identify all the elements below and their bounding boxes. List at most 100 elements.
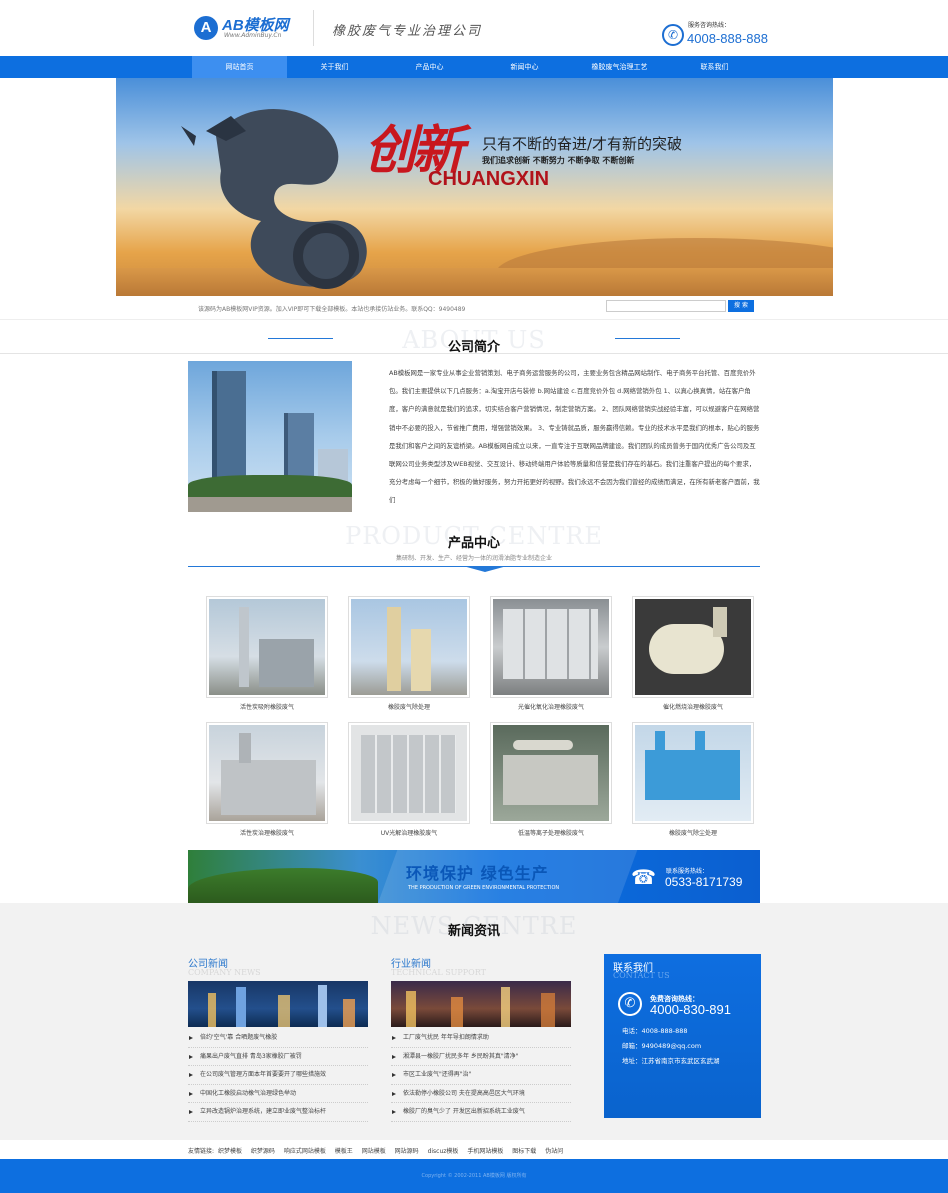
hotline-number: 4008-888-888 xyxy=(687,31,768,46)
product-card[interactable]: 催化燃烧治理橡胶废气 xyxy=(632,596,754,711)
phone-icon: ✆ xyxy=(662,24,684,46)
site-footer: Copyright © 2002-2011 AB模板网 版权所有 xyxy=(0,1159,948,1193)
friend-link[interactable]: 手机网站模板 xyxy=(467,1148,503,1155)
product-caption[interactable]: 活性炭治理橡胶废气 xyxy=(206,828,328,837)
contact-address: 地址：江苏省南京市玄武区玄武湖 xyxy=(622,1057,720,1065)
product-card[interactable]: 低温等离子处理橡胶废气 xyxy=(490,722,612,837)
nav-item-products[interactable]: 产品中心 xyxy=(382,56,477,78)
friend-link[interactable]: 网站模板 xyxy=(362,1148,386,1155)
industry-news-title-en: TECHNICAL SUPPORT xyxy=(391,968,486,977)
contact-phone: 电话：4008-888-888 xyxy=(622,1027,688,1035)
phone-icon: ✆ xyxy=(618,992,642,1016)
banner-line-1: 只有不断的奋进/才有新的突破 xyxy=(482,135,683,153)
main-nav: 网站首页 关于我们 产品中心 新闻中心 橡胶废气治理工艺 联系我们 xyxy=(0,56,948,78)
telephone-icon: ☎ xyxy=(631,865,656,889)
building-1 xyxy=(212,371,246,491)
product-card[interactable]: 橡胶废气除尘处理 xyxy=(632,722,754,837)
product-image[interactable] xyxy=(632,596,754,698)
site-header: A AB模板网 Www.AdminBuy.Cn 橡胶废气专业治理公司 ✆ 服务咨… xyxy=(0,0,948,56)
product-caption[interactable]: UV光解治理橡胶废气 xyxy=(348,828,470,837)
eco-hotline-number: 0533-8171739 xyxy=(665,875,743,889)
product-image[interactable] xyxy=(490,722,612,824)
product-image[interactable] xyxy=(206,722,328,824)
product-caption[interactable]: 催化燃烧治理橡胶废气 xyxy=(632,702,754,711)
product-image[interactable] xyxy=(206,596,328,698)
product-caption[interactable]: 活性炭吸附橡胶废气 xyxy=(206,702,328,711)
product-image[interactable] xyxy=(348,722,470,824)
news-item[interactable]: 市区工业废气"还得再"治" xyxy=(391,1066,571,1085)
search-bar: 该源码为AB模板网VIP资源。加入VIP即可下载全部模板。本站也承接仿站业务。联… xyxy=(0,296,948,320)
product-card[interactable]: 活性炭吸附橡胶废气 xyxy=(206,596,328,711)
company-news-title-en: COMPANY NEWS xyxy=(188,968,261,977)
product-image[interactable] xyxy=(632,722,754,824)
news-item[interactable]: 橡胶厂的臭气少了 开发区出新招系统工业废气 xyxy=(391,1103,571,1122)
product-card[interactable]: 橡胶废气除处理 xyxy=(348,596,470,711)
products-subtitle: 集研制、开发、生产、经营为一体的润滑油脂专业制造企业 xyxy=(395,555,552,562)
products-title: 产品中心 xyxy=(447,536,500,551)
product-caption[interactable]: 橡胶废气除处理 xyxy=(348,702,470,711)
news-item[interactable]: 工厂废气扰民 年年导扣朗情求助 xyxy=(391,1029,571,1048)
about-text: AB模板网是一家专业从事企业营销策划、电子商务运营服务的公司，主要业务包含精品网… xyxy=(389,369,760,505)
footer-copyright: Copyright © 2002-2011 AB模板网 版权所有 xyxy=(421,1173,527,1179)
banner-line-3: CHUANGXIN xyxy=(428,168,550,190)
contact-free-number: 4000-830-891 xyxy=(650,1002,731,1017)
search-tip: 该源码为AB模板网VIP资源。加入VIP即可下载全部模板。本站也承接仿站业务。联… xyxy=(198,306,466,313)
friend-link[interactable]: 伪站问 xyxy=(545,1148,563,1155)
company-news-image xyxy=(188,981,368,1027)
eco-banner[interactable]: 环境保护 绿色生产 THE PRODUCTION OF GREEN ENVIRO… xyxy=(188,850,760,903)
header-slogan: 橡胶废气专业治理公司 xyxy=(332,24,483,39)
product-image[interactable] xyxy=(348,596,470,698)
friend-link[interactable]: 织梦模板 xyxy=(218,1148,242,1155)
hotline-label: 服务咨询热线： xyxy=(688,22,731,29)
logo-icon: A xyxy=(194,16,218,40)
contact-box: 联系我们 CONTACT US ✆ 免费咨询热线： 4000-830-891 电… xyxy=(604,954,761,1118)
eco-hills xyxy=(188,868,378,903)
news-item[interactable]: 湘潭县一橡胶厂扰民多年 乡民盼其真"清净" xyxy=(391,1048,571,1066)
nav-item-home[interactable]: 网站首页 xyxy=(192,56,287,78)
nav-item-contact[interactable]: 联系我们 xyxy=(667,56,762,78)
product-card[interactable]: UV光解治理橡胶废气 xyxy=(348,722,470,837)
friend-link[interactable]: 模板王 xyxy=(335,1148,353,1155)
product-caption[interactable]: 低温等离子处理橡胶废气 xyxy=(490,828,612,837)
news-item[interactable]: 立异改造锅炉治理系统，建立即业废气整治标杆 xyxy=(188,1103,368,1122)
site-logo[interactable]: A AB模板网 Www.AdminBuy.Cn xyxy=(194,14,294,44)
industry-news: 行业新闻 TECHNICAL SUPPORT 工厂废气扰民 年年导扣朗情求助 湘… xyxy=(391,955,571,1122)
friend-link[interactable]: 图标下载 xyxy=(512,1148,536,1155)
eco-subtitle: THE PRODUCTION OF GREEN ENVIRONMENTAL PR… xyxy=(408,885,560,891)
nav-item-process[interactable]: 橡胶废气治理工艺 xyxy=(572,56,667,78)
logo-url: Www.AdminBuy.Cn xyxy=(224,32,282,39)
friend-link[interactable]: 织梦源码 xyxy=(251,1148,275,1155)
about-title: 公司简介 xyxy=(447,340,500,355)
product-card[interactable]: 光催化氧化治理橡胶废气 xyxy=(490,596,612,711)
eco-title: 环境保护 绿色生产 xyxy=(406,864,549,883)
product-card[interactable]: 活性炭治理橡胶废气 xyxy=(206,722,328,837)
news-item[interactable]: 中国化工橡胶启动橡气治理绿色举动 xyxy=(188,1085,368,1103)
links-label: 友情链接: xyxy=(188,1148,215,1155)
news-item[interactable]: 倍约'空气'靠 合晒题废气橡胶 xyxy=(188,1029,368,1048)
news-item[interactable]: 痛果出户废气直排 青岛3家橡胶厂被罚 xyxy=(188,1048,368,1066)
news-item[interactable]: 依法勒停小橡胶公司 夫在提高高邑区大气环境 xyxy=(391,1085,571,1103)
contact-title-en: CONTACT US xyxy=(613,971,670,980)
friend-links: 友情链接: 织梦模板 织梦源码 响应式网站模板 模板王 网站模板 网站源码 di… xyxy=(188,1146,570,1155)
road xyxy=(188,497,352,512)
news-title: 新闻资讯 xyxy=(447,924,500,939)
friend-link[interactable]: discuz模板 xyxy=(428,1148,459,1155)
company-news: 公司新闻 COMPANY NEWS 倍约'空气'靠 合晒题废气橡胶 痛果出户废气… xyxy=(188,955,368,1122)
industry-news-image xyxy=(391,981,571,1027)
nav-item-news[interactable]: 新闻中心 xyxy=(477,56,572,78)
product-caption[interactable]: 橡胶废气除尘处理 xyxy=(632,828,754,837)
dragon-sculpture-image xyxy=(181,109,367,289)
hero-banner[interactable]: 创新 只有不断的奋进/才有新的突破 我们追求创新 不断努力 不断争取 不断创新 … xyxy=(116,78,833,296)
search-input[interactable] xyxy=(606,300,726,312)
product-caption[interactable]: 光催化氧化治理橡胶废气 xyxy=(490,702,612,711)
banner-line-2: 我们追求创新 不断努力 不断争取 不断创新 xyxy=(482,156,635,165)
news-item[interactable]: 在公司废气管理方面本年首要要开了哪些措施效 xyxy=(188,1066,368,1085)
contact-email: 邮箱：9490489@qq.com xyxy=(622,1042,702,1050)
product-image[interactable] xyxy=(490,596,612,698)
friend-link[interactable]: 网站源码 xyxy=(395,1148,419,1155)
nav-item-about[interactable]: 关于我们 xyxy=(287,56,382,78)
search-button[interactable]: 搜 索 xyxy=(728,300,754,312)
products-rule-arrow xyxy=(463,566,507,572)
header-divider xyxy=(313,10,314,46)
friend-link[interactable]: 响应式网站模板 xyxy=(284,1148,326,1155)
